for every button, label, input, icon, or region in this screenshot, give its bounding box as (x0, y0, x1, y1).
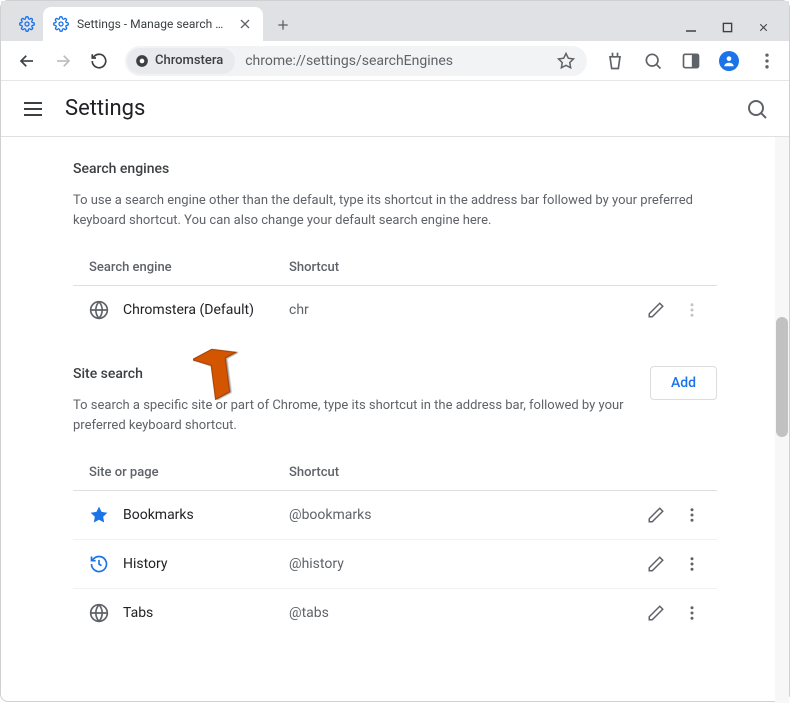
extension-icon[interactable] (605, 51, 625, 71)
menu-icon[interactable] (21, 97, 45, 121)
site-chip-label: Chromstera (155, 53, 223, 68)
profile-icon[interactable] (719, 51, 739, 71)
engine-name: Chromstera (Default) (123, 302, 289, 318)
nav-forward[interactable] (49, 47, 77, 75)
more-vert-icon[interactable] (683, 555, 701, 573)
url-text: chrome://settings/searchEngines (235, 53, 557, 69)
bookmark-star-icon[interactable] (557, 52, 575, 70)
site-row: History @history (73, 540, 717, 589)
window-maximize[interactable] (719, 19, 735, 35)
section-title: Search engines (73, 161, 717, 177)
more-vert-icon[interactable] (757, 51, 777, 71)
globe-icon (89, 300, 109, 320)
edit-icon[interactable] (647, 506, 665, 524)
search-icon[interactable] (745, 97, 769, 121)
section-description: To use a search engine other than the de… (73, 191, 717, 230)
window-close[interactable] (755, 19, 771, 35)
tab-active[interactable]: Settings - Manage search engi (43, 7, 263, 41)
gear-icon (53, 16, 69, 32)
plus-icon (275, 17, 291, 33)
search-engine-row: Chromstera (Default) chr (73, 286, 717, 334)
star-icon (89, 505, 109, 525)
more-vert-icon[interactable] (683, 604, 701, 622)
site-row: Bookmarks @bookmarks (73, 491, 717, 540)
site-row: Tabs @tabs (73, 589, 717, 637)
page-title: Settings (65, 96, 745, 121)
col-site: Site or page (89, 465, 289, 480)
gear-icon (19, 16, 35, 32)
site-name: History (123, 556, 289, 572)
site-name: Bookmarks (123, 507, 289, 523)
search-icon[interactable] (643, 51, 663, 71)
site-shortcut: @bookmarks (289, 507, 647, 523)
window-titlebar: Settings - Manage search engi (1, 1, 789, 41)
table-header: Site or page Shortcut (73, 455, 717, 491)
address-bar[interactable]: Chromstera chrome://settings/searchEngin… (125, 46, 587, 76)
globe-icon (89, 603, 109, 623)
more-vert-icon[interactable] (683, 506, 701, 524)
site-name: Tabs (123, 605, 289, 621)
tab-placeholder[interactable] (9, 7, 45, 41)
window-minimize[interactable] (683, 19, 699, 35)
new-tab-button[interactable] (269, 11, 297, 39)
more-vert-icon[interactable] (683, 301, 701, 319)
scrollbar[interactable] (775, 137, 789, 703)
edit-icon[interactable] (647, 555, 665, 573)
close-icon[interactable] (237, 16, 253, 32)
search-engines-section: Search engines To use a search engine ot… (73, 161, 717, 334)
settings-header: Settings (1, 81, 789, 137)
add-button[interactable]: Add (650, 366, 717, 400)
panel-icon[interactable] (681, 51, 701, 71)
site-search-section: Site search To search a specific site or… (73, 366, 717, 637)
site-shortcut: @history (289, 556, 647, 572)
engine-shortcut: chr (289, 302, 647, 318)
history-icon (89, 554, 109, 574)
nav-reload[interactable] (85, 47, 113, 75)
tab-title: Settings - Manage search engi (77, 17, 229, 31)
nav-back[interactable] (13, 47, 41, 75)
site-chip[interactable]: Chromstera (127, 48, 235, 74)
col-search-engine: Search engine (89, 260, 289, 275)
chrome-icon (135, 54, 149, 68)
col-shortcut: Shortcut (289, 260, 641, 275)
section-title: Site search (73, 366, 630, 382)
browser-toolbar: Chromstera chrome://settings/searchEngin… (1, 41, 789, 81)
section-description: To search a specific site or part of Chr… (73, 396, 630, 435)
edit-icon[interactable] (647, 604, 665, 622)
edit-icon[interactable] (647, 301, 665, 319)
site-shortcut: @tabs (289, 605, 647, 621)
table-header: Search engine Shortcut (73, 250, 717, 286)
col-shortcut: Shortcut (289, 465, 641, 480)
